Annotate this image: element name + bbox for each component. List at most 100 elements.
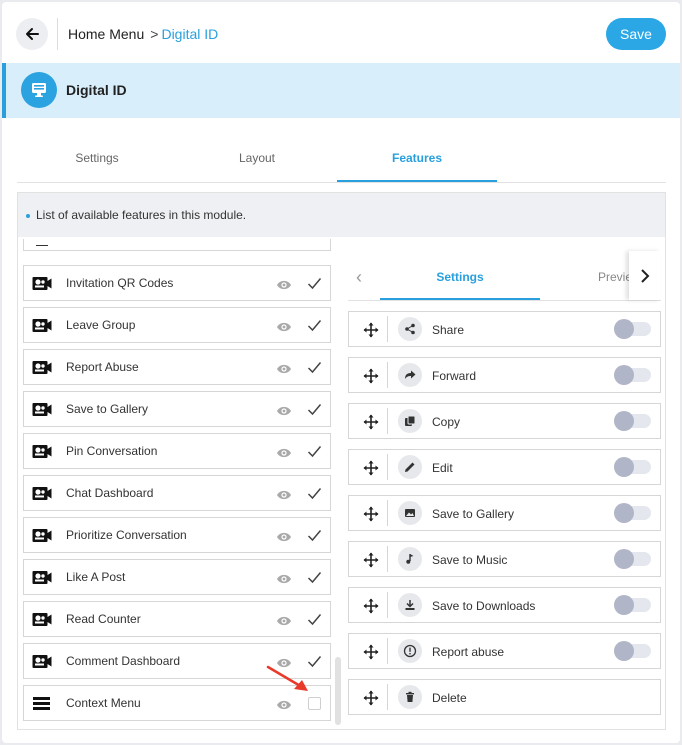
eye-icon[interactable]: [276, 530, 292, 542]
list-item-label: Report Abuse: [66, 360, 139, 374]
checkmark-icon[interactable]: [307, 528, 322, 543]
list-item-label: Prioritize Conversation: [66, 528, 187, 542]
toggle-switch[interactable]: [614, 503, 651, 523]
drag-handle-icon[interactable]: [363, 368, 379, 384]
toggle-switch[interactable]: [614, 641, 651, 661]
toggle-knob: [614, 457, 634, 477]
tab-features[interactable]: Features: [337, 142, 497, 182]
info-bullet-icon: [26, 213, 30, 218]
back-button[interactable]: [16, 18, 48, 50]
checkmark-icon[interactable]: [307, 360, 322, 375]
checkmark-icon[interactable]: [307, 570, 322, 585]
alert-circle-icon: [398, 639, 422, 663]
eye-icon[interactable]: [276, 488, 292, 500]
pencil-icon: [398, 455, 422, 479]
drag-handle-icon[interactable]: [363, 690, 379, 706]
module-banner: Digital ID: [2, 63, 680, 118]
toggle-switch[interactable]: [614, 595, 651, 615]
save-button[interactable]: Save: [606, 18, 666, 50]
context-menu-row[interactable]: Forward: [348, 357, 661, 393]
list-item-label: Leave Group: [66, 318, 136, 332]
row-divider: [387, 592, 388, 618]
context-menu-row[interactable]: Delete: [348, 679, 661, 715]
context-menu-label: Save to Music: [432, 553, 508, 567]
drag-handle-icon[interactable]: [363, 506, 379, 522]
context-menu-row[interactable]: Save to Music: [348, 541, 661, 577]
info-text: List of available features in this modul…: [36, 208, 247, 222]
eye-icon[interactable]: [276, 362, 292, 374]
row-divider: [387, 684, 388, 710]
toggle-switch[interactable]: [614, 549, 651, 569]
video-camera-icon: [32, 360, 52, 375]
eye-icon[interactable]: [276, 572, 292, 584]
toggle-switch[interactable]: [614, 365, 651, 385]
info-bar: List of available features in this modul…: [18, 193, 665, 237]
checkmark-icon[interactable]: [307, 318, 322, 333]
context-menu-row[interactable]: Report abuse: [348, 633, 661, 669]
row-divider: [387, 500, 388, 526]
tab-settings[interactable]: Settings: [17, 142, 177, 182]
eye-icon[interactable]: [276, 278, 292, 290]
list-item[interactable]: Leave Group: [23, 307, 331, 343]
toggle-switch[interactable]: [614, 319, 651, 339]
list-scrollbar[interactable]: [335, 657, 341, 725]
checkmark-icon[interactable]: [307, 486, 322, 501]
context-menu-row[interactable]: Copy: [348, 403, 661, 439]
list-item[interactable]: Pin Conversation: [23, 433, 331, 469]
context-menu-row[interactable]: Save to Downloads: [348, 587, 661, 623]
sub-tabs: ‹ Settings Preview: [348, 251, 661, 301]
checkmark-icon[interactable]: [307, 402, 322, 417]
context-menu-row[interactable]: Share: [348, 311, 661, 347]
toggle-switch[interactable]: [614, 411, 651, 431]
context-menu-label: Edit: [432, 461, 453, 475]
context-menu-label: Save to Downloads: [432, 599, 536, 613]
eye-icon[interactable]: [276, 404, 292, 416]
menu-bars-icon: [36, 245, 48, 246]
list-item[interactable]: Chat Dashboard: [23, 475, 331, 511]
list-item-label: Like A Post: [66, 570, 126, 584]
sub-tab-next-button[interactable]: [629, 251, 661, 300]
sub-tab-settings[interactable]: Settings: [380, 251, 540, 300]
toggle-knob: [614, 549, 634, 569]
enable-checkbox[interactable]: [308, 697, 321, 710]
feature-list[interactable]: Invitation QR Codes Leave Group Report Abu…: [23, 239, 331, 729]
checkmark-icon[interactable]: [307, 276, 322, 291]
eye-icon[interactable]: [276, 320, 292, 332]
tab-layout[interactable]: Layout: [177, 142, 337, 182]
video-camera-icon: [32, 612, 52, 627]
sub-tab-prev-button[interactable]: ‹: [356, 267, 362, 288]
list-item[interactable]: Like A Post: [23, 559, 331, 595]
features-panel: List of available features in this modul…: [17, 192, 666, 730]
context-menu-row[interactable]: Save to Gallery: [348, 495, 661, 531]
context-menu-row[interactable]: Edit: [348, 449, 661, 485]
page-card: Home Menu > Digital ID Save Digital ID S…: [2, 2, 680, 743]
toggle-knob: [614, 641, 634, 661]
list-item[interactable]: Invitation QR Codes: [23, 265, 331, 301]
video-camera-icon: [32, 486, 52, 501]
video-camera-icon: [32, 444, 52, 459]
drag-handle-icon[interactable]: [363, 414, 379, 430]
toggle-knob: [614, 503, 634, 523]
eye-icon[interactable]: [276, 446, 292, 458]
drag-handle-icon[interactable]: [363, 460, 379, 476]
list-item-label: Comment Dashboard: [66, 654, 181, 668]
eye-icon[interactable]: [276, 614, 292, 626]
list-item[interactable]: Report Abuse: [23, 349, 331, 385]
trash-icon: [398, 685, 422, 709]
checkmark-icon[interactable]: [307, 444, 322, 459]
checkmark-icon[interactable]: [307, 612, 322, 627]
drag-handle-icon[interactable]: [363, 598, 379, 614]
eye-icon[interactable]: [276, 698, 292, 710]
toggle-switch[interactable]: [614, 457, 651, 477]
drag-handle-icon[interactable]: [363, 644, 379, 660]
list-item[interactable]: Prioritize Conversation: [23, 517, 331, 553]
list-item-partial: [23, 239, 331, 251]
drag-handle-icon[interactable]: [363, 552, 379, 568]
list-item-label: Read Counter: [66, 612, 141, 626]
list-item[interactable]: Save to Gallery: [23, 391, 331, 427]
breadcrumb-home-link[interactable]: Home Menu: [68, 26, 144, 42]
copy-icon: [398, 409, 422, 433]
list-item[interactable]: Read Counter: [23, 601, 331, 637]
drag-handle-icon[interactable]: [363, 322, 379, 338]
row-divider: [387, 316, 388, 342]
